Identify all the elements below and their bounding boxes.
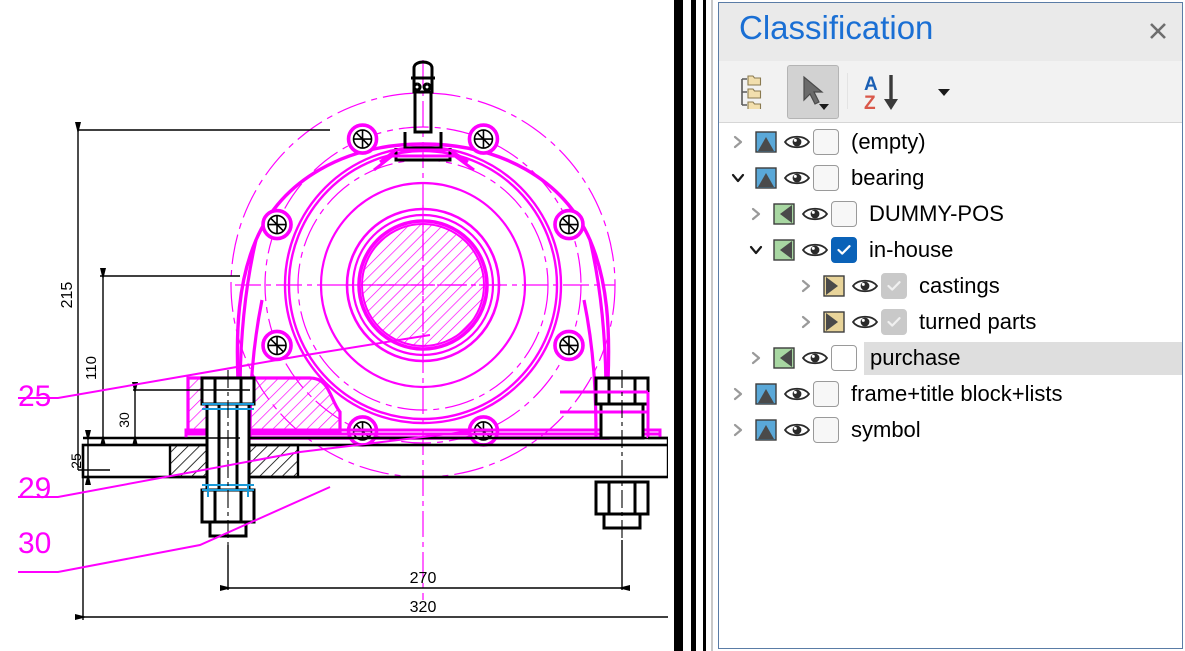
visibility-eye-icon[interactable] — [784, 419, 810, 441]
tree-row-label: frame+title block+lists — [851, 383, 1063, 405]
row-checkbox[interactable] — [831, 201, 857, 227]
dim-110: 110 — [83, 356, 100, 380]
yellow-triangle-right-icon — [823, 311, 845, 333]
tree-row-label: purchase — [864, 342, 1182, 375]
chevron-right-icon[interactable] — [795, 268, 817, 304]
tree-row-label: (empty) — [851, 131, 926, 153]
chevron-right-icon[interactable] — [745, 196, 767, 232]
row-checkbox[interactable] — [831, 237, 857, 263]
row-checkbox — [881, 309, 907, 335]
chevron-down-icon[interactable] — [929, 67, 959, 117]
toolbar-separator — [847, 73, 848, 109]
tree-structure-icon[interactable] — [731, 67, 777, 117]
sort-a-z-icon[interactable]: A Z — [857, 67, 921, 117]
row-checkbox[interactable] — [813, 129, 839, 155]
dim-25: 25 — [68, 453, 84, 469]
panel-divider-inner — [703, 0, 706, 651]
dim-270: 270 — [410, 570, 437, 587]
row-checkbox[interactable] — [831, 345, 857, 371]
panel-splitter-handle[interactable] — [711, 0, 713, 651]
cursor-arrow-icon[interactable] — [787, 65, 839, 119]
row-checkbox[interactable] — [813, 417, 839, 443]
close-icon[interactable] — [1142, 15, 1174, 47]
row-checkbox — [881, 273, 907, 299]
blue-triangle-up-icon — [755, 167, 777, 189]
tree-row-turned-parts[interactable]: turned parts — [719, 304, 1182, 340]
green-triangle-left-icon — [773, 347, 795, 369]
chevron-right-icon[interactable] — [795, 304, 817, 340]
row-checkbox[interactable] — [813, 381, 839, 407]
tree-row-label: in-house — [869, 239, 953, 261]
classification-tree[interactable]: (empty) bearing DUMMY-POS in-house castings t… — [719, 124, 1182, 648]
yellow-triangle-right-icon — [823, 275, 845, 297]
chevron-right-icon[interactable] — [727, 412, 749, 448]
panel-header: Classification — [719, 3, 1182, 61]
visibility-eye-icon[interactable] — [802, 203, 828, 225]
tree-row--empty-[interactable]: (empty) — [719, 124, 1182, 160]
row-checkbox[interactable] — [813, 165, 839, 191]
tree-row-symbol[interactable]: symbol — [719, 412, 1182, 448]
classification-panel: Classification — [718, 2, 1183, 649]
chevron-down-icon[interactable] — [745, 232, 767, 268]
dim-215: 215 — [59, 282, 76, 309]
visibility-eye-icon[interactable] — [802, 347, 828, 369]
visibility-eye-icon[interactable] — [784, 167, 810, 189]
tree-row-purchase[interactable]: purchase — [719, 340, 1182, 376]
dim-30: 30 — [116, 412, 132, 428]
tree-row-dummy-pos[interactable]: DUMMY-POS — [719, 196, 1182, 232]
blue-triangle-up-icon — [755, 419, 777, 441]
panel-title: Classification — [739, 9, 933, 47]
balloon-25: 25 — [18, 380, 51, 413]
tree-row-label: castings — [919, 275, 1000, 297]
tree-row-label: turned parts — [919, 311, 1036, 333]
chevron-right-icon[interactable] — [745, 340, 767, 376]
panel-divider-outer — [674, 0, 683, 651]
panel-divider-mid — [691, 0, 696, 651]
visibility-eye-icon[interactable] — [852, 311, 878, 333]
chevron-right-icon[interactable] — [727, 376, 749, 412]
svg-text:Z: Z — [864, 93, 876, 112]
tree-row-frame-title-block-lists[interactable]: frame+title block+lists — [719, 376, 1182, 412]
blue-triangle-up-icon — [755, 131, 777, 153]
visibility-eye-icon[interactable] — [784, 383, 810, 405]
tree-row-label: DUMMY-POS — [869, 203, 1004, 225]
dim-320: 320 — [410, 599, 437, 616]
panel-toolbar: A Z — [719, 61, 1182, 123]
svg-text:A: A — [864, 74, 878, 95]
visibility-eye-icon[interactable] — [784, 131, 810, 153]
green-triangle-left-icon — [773, 239, 795, 261]
cad-drawing-canvas[interactable]: 215 110 30 25 270 320 25 29 30 — [0, 0, 668, 651]
tree-row-in-house[interactable]: in-house — [719, 232, 1182, 268]
visibility-eye-icon[interactable] — [802, 239, 828, 261]
tree-row-label: bearing — [851, 167, 924, 189]
balloon-30: 30 — [18, 527, 51, 560]
green-triangle-left-icon — [773, 203, 795, 225]
visibility-eye-icon[interactable] — [852, 275, 878, 297]
tree-row-label: symbol — [851, 419, 921, 441]
tree-row-bearing[interactable]: bearing — [719, 160, 1182, 196]
chevron-right-icon[interactable] — [727, 124, 749, 160]
chevron-down-icon[interactable] — [727, 160, 749, 196]
tree-row-castings[interactable]: castings — [719, 268, 1182, 304]
blue-triangle-up-icon — [755, 383, 777, 405]
balloon-29: 29 — [18, 472, 51, 505]
